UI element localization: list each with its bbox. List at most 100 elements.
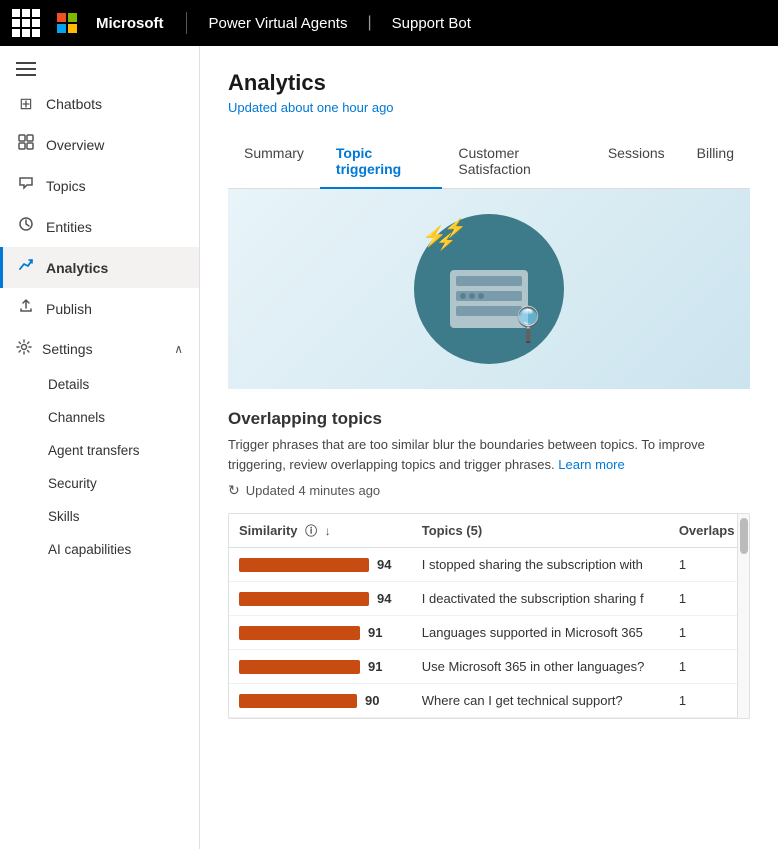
chevron-up-icon: ∧ <box>174 342 183 356</box>
similarity-value-4: 90 <box>365 693 379 708</box>
cell-topic-2: Languages supported in Microsoft 365 <box>412 616 669 650</box>
topics-icon <box>16 175 36 196</box>
scroll-thumb <box>740 518 748 554</box>
sidebar-item-security[interactable]: Security <box>0 467 199 500</box>
overlapping-topics-table: Similarity ⓘ ↓ Topics (5) Overlaps <box>229 514 749 718</box>
sidebar-label-entities: Entities <box>46 219 92 235</box>
table-row[interactable]: 90 Where can I get technical support? 1 <box>229 684 749 718</box>
tab-customer-satisfaction[interactable]: Customer Satisfaction <box>442 135 591 189</box>
cell-topic-0: I stopped sharing the subscription with <box>412 548 669 582</box>
cell-similarity-4: 90 <box>229 684 412 718</box>
nav-divider <box>186 12 187 34</box>
sidebar-item-overview[interactable]: Overview <box>0 124 199 165</box>
sidebar-label-channels: Channels <box>48 410 105 425</box>
chatbots-icon: ⊞ <box>16 94 36 114</box>
waffle-menu[interactable] <box>12 9 40 37</box>
section-title: Overlapping topics <box>228 409 750 429</box>
app-name: Power Virtual Agents <box>209 15 348 32</box>
settings-left: Settings <box>16 339 93 358</box>
nav-separator: | <box>367 14 371 32</box>
app-layout: ⊞ Chatbots Overview Topics <box>0 46 778 849</box>
sidebar-item-ai-capabilities[interactable]: AI capabilities <box>0 533 199 566</box>
cell-similarity-1: 94 <box>229 582 412 616</box>
section-description: Trigger phrases that are too similar blu… <box>228 435 750 474</box>
col-similarity: Similarity ⓘ ↓ <box>229 514 412 548</box>
sidebar-item-agent-transfers[interactable]: Agent transfers <box>0 434 199 467</box>
sidebar-label-agent-transfers: Agent transfers <box>48 443 140 458</box>
table-row[interactable]: 91 Languages supported in Microsoft 365 … <box>229 616 749 650</box>
cell-similarity-2: 91 <box>229 616 412 650</box>
hero-circle: ⚡ ⚡ ⚡ 🔍 <box>414 214 564 364</box>
sidebar-item-topics[interactable]: Topics <box>0 165 199 206</box>
overview-icon <box>16 134 36 155</box>
settings-icon <box>16 339 32 358</box>
sidebar-label-settings: Settings <box>42 341 93 357</box>
learn-more-link[interactable]: Learn more <box>558 457 624 472</box>
cell-similarity-3: 91 <box>229 650 412 684</box>
sidebar-label-publish: Publish <box>46 301 92 317</box>
table-row[interactable]: 94 I stopped sharing the subscription wi… <box>229 548 749 582</box>
overlapping-topics-table-container: Similarity ⓘ ↓ Topics (5) Overlaps <box>228 513 750 719</box>
cell-topic-1: I deactivated the subscription sharing f <box>412 582 669 616</box>
cell-similarity-0: 94 <box>229 548 412 582</box>
updated-row: ↻ Updated 4 minutes ago <box>228 482 750 499</box>
sidebar-item-channels[interactable]: Channels <box>0 401 199 434</box>
similarity-bar-3 <box>239 660 360 674</box>
sidebar-item-analytics[interactable]: Analytics <box>0 247 199 288</box>
tab-topic-triggering[interactable]: Topic triggering <box>320 135 442 189</box>
sidebar-label-analytics: Analytics <box>46 260 108 276</box>
tab-billing[interactable]: Billing <box>681 135 750 189</box>
analytics-tabs: Summary Topic triggering Customer Satisf… <box>228 135 750 189</box>
sidebar: ⊞ Chatbots Overview Topics <box>0 46 200 849</box>
tab-summary[interactable]: Summary <box>228 135 320 189</box>
sidebar-label-skills: Skills <box>48 509 80 524</box>
bot-name: Support Bot <box>392 15 471 32</box>
sort-icon[interactable]: ↓ <box>325 524 331 538</box>
sidebar-item-details[interactable]: Details <box>0 368 199 401</box>
analytics-icon <box>16 257 36 278</box>
sidebar-label-chatbots: Chatbots <box>46 96 102 112</box>
top-navigation: Microsoft Power Virtual Agents | Support… <box>0 0 778 46</box>
sidebar-item-skills[interactable]: Skills <box>0 500 199 533</box>
similarity-bar-0 <box>239 558 369 572</box>
lightning-icon-3: ⚡ <box>436 232 456 252</box>
similarity-value-2: 91 <box>368 625 382 640</box>
table-row[interactable]: 91 Use Microsoft 365 in other languages?… <box>229 650 749 684</box>
brand-name: Microsoft <box>96 15 164 32</box>
cell-topic-4: Where can I get technical support? <box>412 684 669 718</box>
sidebar-item-settings[interactable]: Settings ∧ <box>0 329 199 368</box>
similarity-bar-4 <box>239 694 357 708</box>
refresh-icon: ↻ <box>228 482 240 499</box>
info-icon[interactable]: ⓘ <box>305 524 317 538</box>
tab-sessions[interactable]: Sessions <box>592 135 681 189</box>
page-subtitle: Updated about one hour ago <box>228 100 750 115</box>
similarity-bar-2 <box>239 626 360 640</box>
overlapping-topics-section: Overlapping topics Trigger phrases that … <box>228 389 750 719</box>
sidebar-label-security: Security <box>48 476 97 491</box>
hero-illustration: ⚡ ⚡ ⚡ 🔍 <box>228 189 750 389</box>
updated-text: Updated 4 minutes ago <box>246 483 380 498</box>
table-row[interactable]: 94 I deactivated the subscription sharin… <box>229 582 749 616</box>
sidebar-label-topics: Topics <box>46 178 86 194</box>
similarity-bar-1 <box>239 592 369 606</box>
similarity-value-0: 94 <box>377 557 391 572</box>
similarity-value-1: 94 <box>377 591 391 606</box>
col-topics: Topics (5) <box>412 514 669 548</box>
sidebar-item-publish[interactable]: Publish <box>0 288 199 329</box>
sidebar-item-entities[interactable]: Entities <box>0 206 199 247</box>
cell-topic-3: Use Microsoft 365 in other languages? <box>412 650 669 684</box>
sidebar-label-ai-capabilities: AI capabilities <box>48 542 131 557</box>
sidebar-item-chatbots[interactable]: ⊞ Chatbots <box>0 84 199 124</box>
sidebar-label-overview: Overview <box>46 137 104 153</box>
hamburger-button[interactable] <box>0 46 199 84</box>
main-content: Analytics Updated about one hour ago Sum… <box>200 46 778 849</box>
entities-icon <box>16 216 36 237</box>
server-row-2 <box>456 291 522 301</box>
vertical-scrollbar[interactable] <box>737 514 749 718</box>
server-row-1 <box>456 276 522 286</box>
server-illustration: 🔍 <box>450 270 528 328</box>
similarity-value-3: 91 <box>368 659 382 674</box>
page-title: Analytics <box>228 70 750 96</box>
microsoft-logo <box>56 12 78 34</box>
sidebar-label-details: Details <box>48 377 89 392</box>
